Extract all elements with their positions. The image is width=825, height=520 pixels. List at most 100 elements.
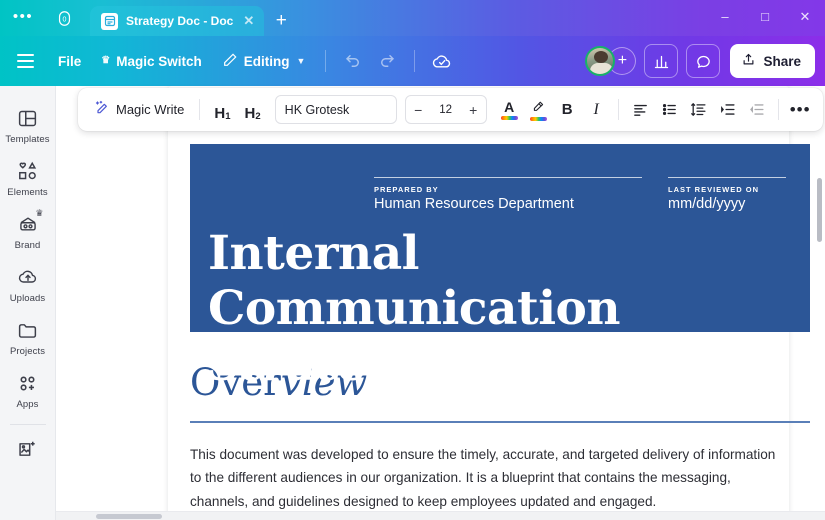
close-icon[interactable]: ✕ <box>241 13 256 29</box>
pencil-icon <box>222 52 238 71</box>
indent-decrease-icon[interactable] <box>743 95 770 125</box>
close-window-button[interactable]: ✕ <box>785 2 825 32</box>
font-size-increase-button[interactable]: + <box>461 96 486 123</box>
redo-icon[interactable] <box>370 44 404 78</box>
sidebar-item-magic-media[interactable] <box>0 429 56 467</box>
sidebar-item-brand[interactable]: ♛ Brand <box>0 204 56 257</box>
magic-switch-label: Magic Switch <box>116 54 202 69</box>
font-size-decrease-button[interactable]: − <box>406 96 431 123</box>
maximize-button[interactable]: □ <box>745 2 785 32</box>
undo-icon[interactable] <box>336 44 370 78</box>
banner-metadata: PREPARED BY Human Resources Department L… <box>208 170 788 212</box>
title-roman: Communication <box>208 281 620 336</box>
font-size-stepper: − 12 + <box>405 95 487 124</box>
file-menu-label: File <box>58 54 81 69</box>
sidebar-item-projects[interactable]: Projects <box>0 310 56 363</box>
document-title-line2: Communication Strategy <box>208 281 788 392</box>
vertical-scrollbar[interactable] <box>817 178 822 242</box>
align-left-icon[interactable] <box>627 95 654 125</box>
svg-text:0: 0 <box>62 15 66 23</box>
horizontal-scrollbar[interactable] <box>56 511 825 520</box>
bulleted-list-icon[interactable] <box>656 95 683 125</box>
color-swatch <box>501 116 518 120</box>
sidebar-item-templates[interactable]: Templates <box>0 98 56 151</box>
highlight-glyph <box>531 99 546 115</box>
toolbar-divider <box>199 99 200 120</box>
avatar[interactable] <box>585 46 615 76</box>
crown-icon: ♛ <box>35 208 43 219</box>
magic-switch-button[interactable]: ♛ Magic Switch <box>91 45 211 77</box>
prepared-by-value[interactable]: Human Resources Department <box>374 196 642 212</box>
toolbar-divider <box>325 50 326 72</box>
text-color-glyph: A <box>504 100 514 114</box>
sidebar-divider <box>10 424 46 425</box>
heading2-button[interactable]: H2 <box>239 95 267 125</box>
apps-grid-plus-icon <box>15 371 41 395</box>
doc-file-icon <box>101 13 118 30</box>
magic-write-label: Magic Write <box>116 102 184 117</box>
sidebar-item-elements[interactable]: Elements <box>0 151 56 204</box>
horizontal-scrollbar-thumb[interactable] <box>96 514 162 519</box>
sidebar-item-label: Projects <box>10 346 45 357</box>
document-title[interactable]: Internal Communication Strategy <box>208 226 788 392</box>
document-banner[interactable]: PREPARED BY Human Resources Department L… <box>190 144 810 332</box>
folder-icon <box>15 318 41 342</box>
sidebar-item-label: Templates <box>5 134 49 145</box>
font-family-select[interactable]: HK Grotesk <box>275 95 397 124</box>
file-menu-button[interactable]: File <box>48 45 91 77</box>
color-swatch <box>530 117 547 121</box>
templates-icon <box>15 106 41 130</box>
last-reviewed-value[interactable]: mm/dd/yyyy <box>668 196 786 212</box>
left-sidebar: Templates Elements ♛ <box>0 86 56 520</box>
new-tab-button[interactable]: + <box>264 6 298 36</box>
upload-arrow-icon <box>741 52 756 70</box>
home-icon[interactable]: 0 <box>46 0 82 36</box>
app-window: ••• 0 Strategy Doc - Doc ✕ + – □ ✕ <box>0 0 825 520</box>
font-size-value[interactable]: 12 <box>431 104 461 116</box>
bold-button[interactable]: B <box>554 95 581 125</box>
magic-media-icon <box>15 437 41 461</box>
highlight-color-icon[interactable] <box>525 95 552 125</box>
meta-rule <box>668 177 786 178</box>
editing-mode-button[interactable]: Editing ▼ <box>212 45 316 77</box>
insights-button[interactable] <box>644 44 678 78</box>
sidebar-item-apps[interactable]: Apps <box>0 363 56 416</box>
heading1-sub: 1 <box>225 111 230 124</box>
sidebar-item-label: Brand <box>15 240 41 251</box>
prepared-by-label: PREPARED BY <box>374 185 642 194</box>
sidebar-item-uploads[interactable]: Uploads <box>0 257 56 310</box>
font-family-value: HK Grotesk <box>285 103 350 117</box>
toolbar-divider-2 <box>618 99 619 120</box>
toolbar-divider-2 <box>414 50 415 72</box>
heading1-button[interactable]: H1 <box>208 95 236 125</box>
cloud-check-icon[interactable] <box>425 44 459 78</box>
crown-icon: ♛ <box>101 56 110 66</box>
indent-increase-icon[interactable] <box>714 95 741 125</box>
elements-shapes-icon <box>15 159 41 183</box>
magic-write-button[interactable]: Magic Write <box>87 95 191 125</box>
title-italic: Strategy <box>208 337 427 392</box>
heading2-sub: 2 <box>255 111 260 124</box>
text-color-icon[interactable]: A <box>496 95 523 125</box>
browser-tab[interactable]: Strategy Doc - Doc ✕ <box>90 6 264 36</box>
editing-mode-label: Editing <box>244 54 290 69</box>
prepared-by-block: PREPARED BY Human Resources Department <box>374 170 642 212</box>
more-horizontal-icon[interactable]: ••• <box>787 95 814 125</box>
hamburger-menu-icon[interactable] <box>8 44 42 78</box>
heading2-label: H <box>245 104 256 124</box>
magic-pen-icon <box>94 100 110 119</box>
share-button[interactable]: Share <box>730 44 815 78</box>
document-page[interactable]: PREPARED BY Human Resources Department L… <box>168 86 789 520</box>
italic-button[interactable]: I <box>583 95 610 125</box>
line-spacing-icon[interactable] <box>685 95 712 125</box>
browser-tab-bar: ••• 0 Strategy Doc - Doc ✕ + – □ ✕ <box>0 0 825 36</box>
last-reviewed-block: LAST REVIEWED ON mm/dd/yyyy <box>668 170 786 212</box>
app-header-bar: File ♛ Magic Switch Editing ▼ <box>0 36 825 86</box>
overflow-dots-icon[interactable]: ••• <box>0 0 46 36</box>
document-canvas[interactable]: PREPARED BY Human Resources Department L… <box>56 86 825 520</box>
section-body-text[interactable]: This document was developed to ensure th… <box>190 443 790 513</box>
comments-button[interactable] <box>686 44 720 78</box>
brand-icon: ♛ <box>15 212 41 236</box>
toolbar-divider-3 <box>778 99 779 120</box>
minimize-button[interactable]: – <box>705 2 745 32</box>
